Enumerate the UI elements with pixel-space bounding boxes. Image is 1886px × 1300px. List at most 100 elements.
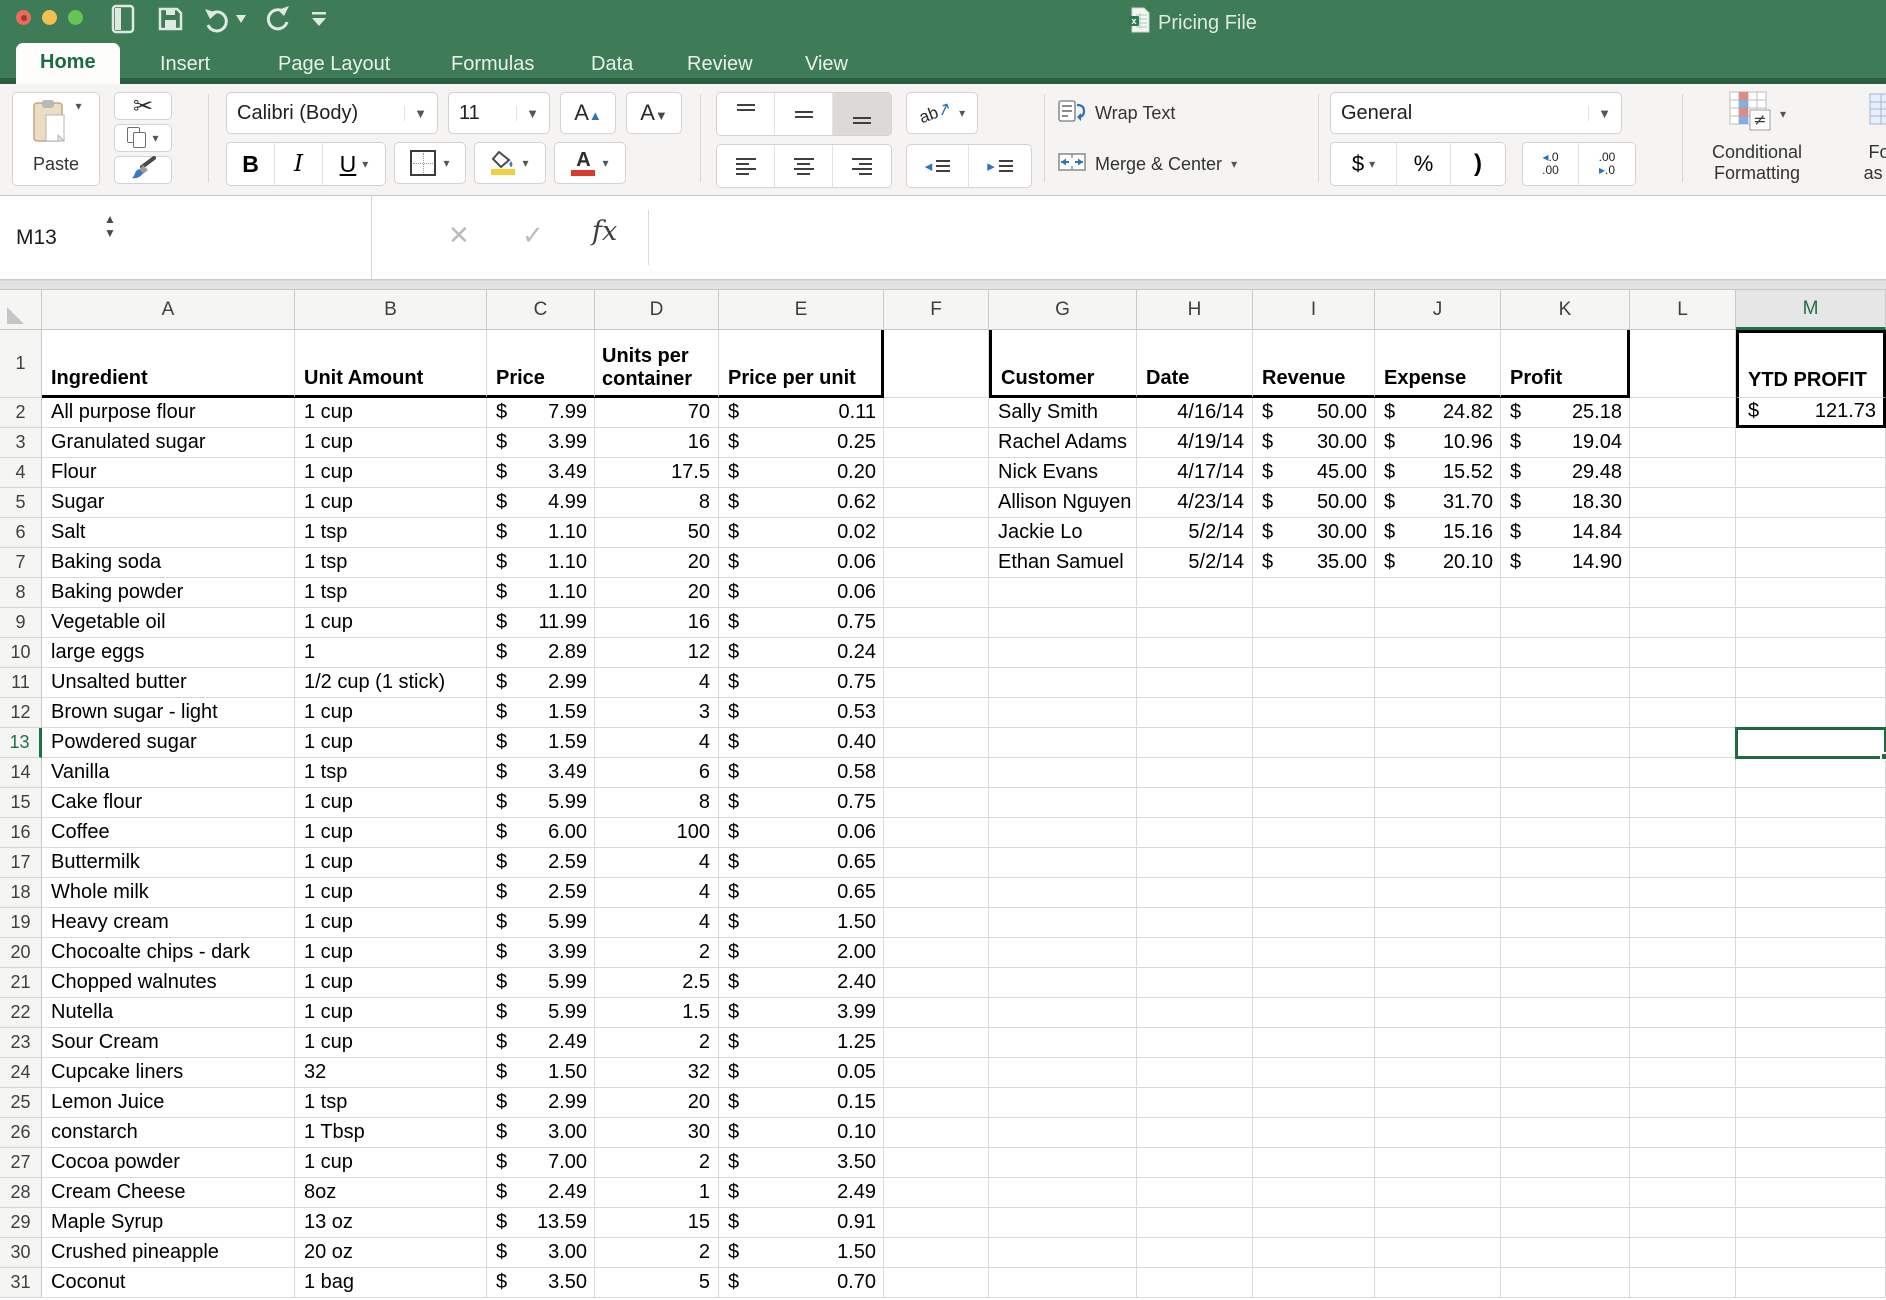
- cell-B31[interactable]: 1 bag: [295, 1268, 487, 1298]
- increase-decimal-button[interactable]: ◂.0 .00: [1523, 143, 1579, 185]
- cell-C4[interactable]: $3.49: [487, 458, 595, 488]
- cell-H26[interactable]: [1137, 1118, 1253, 1148]
- tab-view[interactable]: View: [805, 53, 848, 76]
- row-header-27[interactable]: 27: [0, 1148, 42, 1178]
- cell-C15[interactable]: $5.99: [487, 788, 595, 818]
- cell-H2[interactable]: 4/16/14: [1137, 398, 1253, 428]
- row-header-23[interactable]: 23: [0, 1028, 42, 1058]
- cell-M23[interactable]: [1736, 1028, 1886, 1058]
- cell-C22[interactable]: $5.99: [487, 998, 595, 1028]
- cell-C12[interactable]: $1.59: [487, 698, 595, 728]
- cell-K29[interactable]: [1501, 1208, 1630, 1238]
- cell-A20[interactable]: Chocoalte chips - dark: [42, 938, 295, 968]
- cell-L20[interactable]: [1630, 938, 1736, 968]
- column-header-E[interactable]: E: [719, 290, 884, 330]
- cell-E19[interactable]: $1.50: [719, 908, 884, 938]
- percent-format-button[interactable]: %: [1397, 143, 1451, 185]
- cell-J31[interactable]: [1375, 1268, 1501, 1298]
- cell-I13[interactable]: [1253, 728, 1375, 758]
- cell-A2[interactable]: All purpose flour: [42, 398, 295, 428]
- cell-A1[interactable]: Ingredient: [42, 330, 295, 398]
- cell-E31[interactable]: $0.70: [719, 1268, 884, 1298]
- cell-F9[interactable]: [884, 608, 989, 638]
- format-painter-button[interactable]: [114, 156, 172, 184]
- cell-M7[interactable]: [1736, 548, 1886, 578]
- underline-dropdown-arrow[interactable]: ▾: [362, 157, 368, 171]
- cell-F7[interactable]: [884, 548, 989, 578]
- cell-B17[interactable]: 1 cup: [295, 848, 487, 878]
- enter-icon[interactable]: ✓: [522, 220, 544, 251]
- cell-J21[interactable]: [1375, 968, 1501, 998]
- cell-B15[interactable]: 1 cup: [295, 788, 487, 818]
- cell-M12[interactable]: [1736, 698, 1886, 728]
- cell-I18[interactable]: [1253, 878, 1375, 908]
- column-header-F[interactable]: F: [884, 290, 989, 330]
- column-header-A[interactable]: A: [42, 290, 295, 330]
- cell-L22[interactable]: [1630, 998, 1736, 1028]
- cell-F29[interactable]: [884, 1208, 989, 1238]
- cell-B16[interactable]: 1 cup: [295, 818, 487, 848]
- cell-L19[interactable]: [1630, 908, 1736, 938]
- cell-F30[interactable]: [884, 1238, 989, 1268]
- currency-format-button[interactable]: $▾: [1331, 143, 1397, 185]
- cell-H23[interactable]: [1137, 1028, 1253, 1058]
- name-box[interactable]: M13 ▲▼: [0, 196, 372, 279]
- cell-H21[interactable]: [1137, 968, 1253, 998]
- row-header-21[interactable]: 21: [0, 968, 42, 998]
- cell-M26[interactable]: [1736, 1118, 1886, 1148]
- cell-G28[interactable]: [989, 1178, 1137, 1208]
- fill-color-dropdown-arrow[interactable]: ▾: [522, 156, 528, 170]
- cell-F15[interactable]: [884, 788, 989, 818]
- cell-A23[interactable]: Sour Cream: [42, 1028, 295, 1058]
- cell-B22[interactable]: 1 cup: [295, 998, 487, 1028]
- cell-F31[interactable]: [884, 1268, 989, 1298]
- cell-C9[interactable]: $11.99: [487, 608, 595, 638]
- cell-E5[interactable]: $0.62: [719, 488, 884, 518]
- cell-I27[interactable]: [1253, 1148, 1375, 1178]
- cell-K7[interactable]: $14.90: [1501, 548, 1630, 578]
- row-header-26[interactable]: 26: [0, 1118, 42, 1148]
- cell-J24[interactable]: [1375, 1058, 1501, 1088]
- row-header-9[interactable]: 9: [0, 608, 42, 638]
- decrease-decimal-button[interactable]: .00 ▸.0: [1579, 143, 1635, 185]
- tab-formulas[interactable]: Formulas: [451, 53, 534, 76]
- row-header-1[interactable]: 1: [0, 330, 42, 398]
- cell-B20[interactable]: 1 cup: [295, 938, 487, 968]
- cell-J14[interactable]: [1375, 758, 1501, 788]
- cell-A19[interactable]: Heavy cream: [42, 908, 295, 938]
- cell-F12[interactable]: [884, 698, 989, 728]
- font-color-dropdown-arrow[interactable]: ▾: [602, 156, 608, 170]
- paste-dropdown-arrow[interactable]: ▾: [75, 99, 81, 113]
- cell-D10[interactable]: 12: [595, 638, 719, 668]
- cell-I24[interactable]: [1253, 1058, 1375, 1088]
- font-size-dropdown-arrow[interactable]: ▼: [516, 106, 539, 121]
- cell-L4[interactable]: [1630, 458, 1736, 488]
- cell-M11[interactable]: [1736, 668, 1886, 698]
- cell-E18[interactable]: $0.65: [719, 878, 884, 908]
- cell-G7[interactable]: Ethan Samuel: [989, 548, 1137, 578]
- cell-K17[interactable]: [1501, 848, 1630, 878]
- cell-A10[interactable]: large eggs: [42, 638, 295, 668]
- cell-K6[interactable]: $14.84: [1501, 518, 1630, 548]
- cell-G17[interactable]: [989, 848, 1137, 878]
- cell-F4[interactable]: [884, 458, 989, 488]
- cell-B9[interactable]: 1 cup: [295, 608, 487, 638]
- cell-F16[interactable]: [884, 818, 989, 848]
- cell-C29[interactable]: $13.59: [487, 1208, 595, 1238]
- cell-L5[interactable]: [1630, 488, 1736, 518]
- tab-home[interactable]: Home: [16, 43, 120, 84]
- cell-D22[interactable]: 1.5: [595, 998, 719, 1028]
- cell-G19[interactable]: [989, 908, 1137, 938]
- cell-I26[interactable]: [1253, 1118, 1375, 1148]
- cell-K18[interactable]: [1501, 878, 1630, 908]
- cell-F8[interactable]: [884, 578, 989, 608]
- cell-D16[interactable]: 100: [595, 818, 719, 848]
- cell-M31[interactable]: [1736, 1268, 1886, 1298]
- cell-D28[interactable]: 1: [595, 1178, 719, 1208]
- cell-H30[interactable]: [1137, 1238, 1253, 1268]
- cell-J3[interactable]: $10.96: [1375, 428, 1501, 458]
- decrease-font-size-button[interactable]: A▼: [626, 92, 682, 134]
- cell-F2[interactable]: [884, 398, 989, 428]
- cell-M10[interactable]: [1736, 638, 1886, 668]
- row-header-29[interactable]: 29: [0, 1208, 42, 1238]
